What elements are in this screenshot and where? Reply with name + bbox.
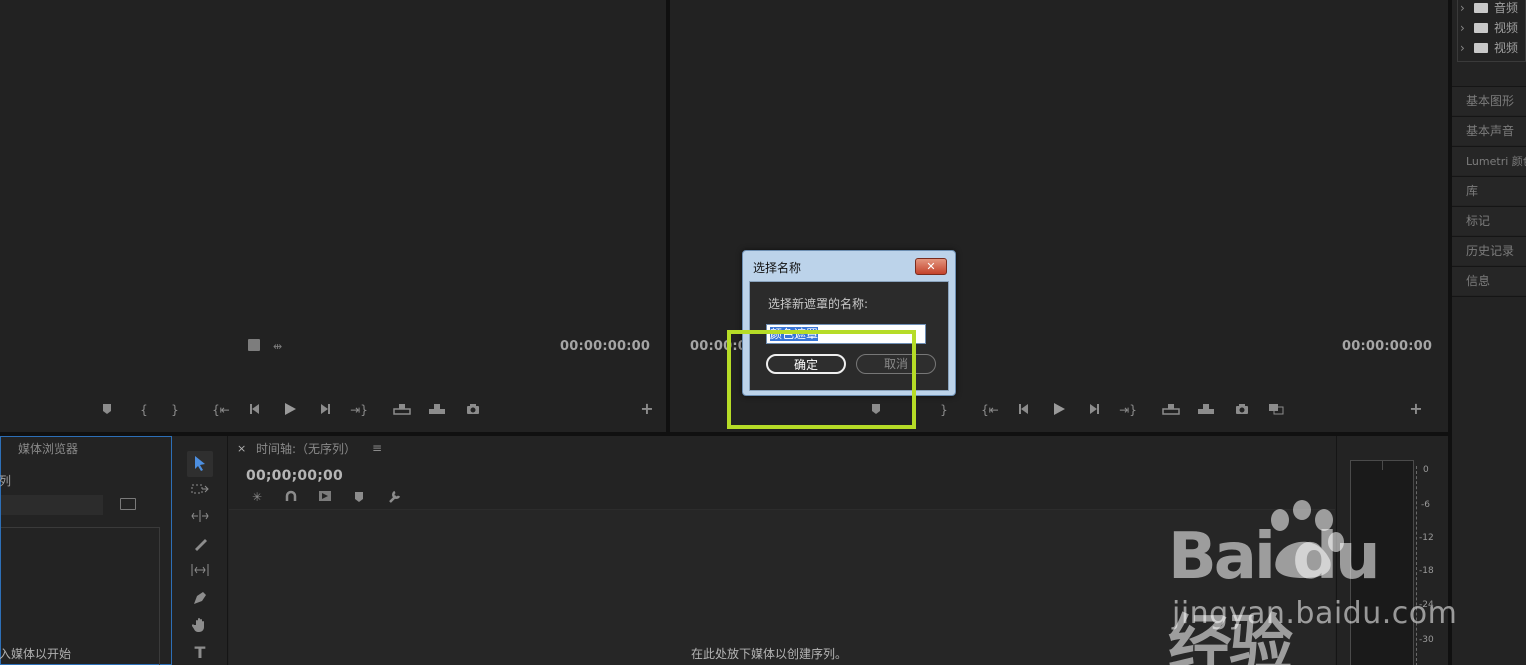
tree-item-video-2[interactable]: › 视频 xyxy=(1460,38,1526,58)
step-forward-icon[interactable] xyxy=(315,403,335,419)
comparison-view-icon[interactable] xyxy=(1266,403,1286,419)
slip-tool-icon[interactable] xyxy=(187,559,213,585)
hand-tool-icon[interactable] xyxy=(187,613,213,639)
timeline-close-icon[interactable]: × xyxy=(237,442,246,455)
add-button-icon[interactable]: + xyxy=(1406,401,1426,418)
track-select-tool-icon[interactable] xyxy=(187,478,213,504)
folder-icon xyxy=(1474,2,1488,13)
sidebar-bottom xyxy=(1452,296,1526,665)
sidebar-item-essential-sound[interactable]: 基本声音 xyxy=(1452,116,1526,145)
pen-tool-icon[interactable] xyxy=(187,586,213,612)
folder-icon xyxy=(1474,22,1488,33)
selection-tool-icon[interactable] xyxy=(187,451,213,477)
mark-in-icon[interactable]: { xyxy=(134,403,154,419)
timeline-tab[interactable]: 时间轴:（无序列） xyxy=(256,440,356,457)
program-timecode-right[interactable]: 00:00:00:00 xyxy=(1342,339,1432,354)
chevron-right-icon[interactable]: › xyxy=(1460,38,1474,58)
baidu-watermark: Bai du 经验 jingyan.baidu.com xyxy=(1168,500,1457,665)
sidebar-item-markers[interactable]: 标记 xyxy=(1452,206,1526,235)
audio-meter-split xyxy=(1382,460,1383,470)
dialog-close-button[interactable]: ✕ xyxy=(915,258,947,275)
insert-icon[interactable] xyxy=(392,403,412,419)
add-button-icon[interactable]: + xyxy=(637,401,657,418)
add-marker-icon[interactable] xyxy=(349,491,369,507)
extract-icon[interactable] xyxy=(1196,403,1216,419)
timeline-menu-icon[interactable]: ≡ xyxy=(372,441,382,455)
overwrite-icon[interactable] xyxy=(427,403,447,419)
source-monitor: ⇹ 00:00:00:00 { } {⇤ ⇥} + xyxy=(0,0,666,432)
export-frame-icon[interactable] xyxy=(463,403,483,419)
linked-selection-icon[interactable] xyxy=(315,490,335,506)
annotation-highlight-box xyxy=(727,330,916,429)
source-timecode[interactable]: 00:00:00:00 xyxy=(560,339,650,354)
folder-browse-icon[interactable] xyxy=(120,498,136,510)
tree-item-audio[interactable]: › 音频 xyxy=(1460,0,1526,18)
add-marker-icon[interactable] xyxy=(97,403,117,419)
media-browser-panel: 媒体浏览器 列 入媒体以开始 xyxy=(0,436,172,665)
sidebar-item-essential-graphics[interactable]: 基本图形 xyxy=(1452,86,1526,115)
go-to-out-icon[interactable]: ⇥} xyxy=(1118,403,1138,419)
step-forward-icon[interactable] xyxy=(1084,403,1104,419)
mark-out-icon[interactable]: } xyxy=(934,403,954,419)
audio-waveform-icon[interactable]: ⇹ xyxy=(273,340,282,353)
step-back-icon[interactable] xyxy=(245,403,265,419)
watermark-logo-text: Bai du 经验 xyxy=(1168,520,1381,665)
media-browser-path-field[interactable] xyxy=(1,495,103,515)
folder-icon xyxy=(1474,42,1488,53)
timeline-timecode[interactable]: 00;00;00;00 xyxy=(246,468,343,484)
sidebar-item-info[interactable]: 信息 xyxy=(1452,266,1526,295)
watermark-url: jingyan.baidu.com xyxy=(1172,596,1458,631)
sidebar-item-libraries[interactable]: 库 xyxy=(1452,176,1526,205)
export-frame-icon[interactable] xyxy=(1232,403,1252,419)
insert-clip-icon[interactable] xyxy=(248,339,260,351)
timeline-drop-hint: 在此处放下媒体以创建序列。 xyxy=(691,647,848,661)
dialog-prompt: 选择新遮罩的名称: xyxy=(768,297,869,311)
nest-sequence-icon[interactable]: ✳ xyxy=(247,490,267,506)
chevron-right-icon[interactable]: › xyxy=(1460,0,1474,18)
go-to-in-icon[interactable]: {⇤ xyxy=(980,403,1000,419)
wrench-icon[interactable] xyxy=(384,490,404,506)
play-icon[interactable] xyxy=(1049,402,1069,418)
razor-tool-icon[interactable] xyxy=(187,532,213,558)
lift-icon[interactable] xyxy=(1161,403,1181,419)
tree-item-video-1[interactable]: › 视频 xyxy=(1460,18,1526,38)
media-browser-tab[interactable]: 媒体浏览器 xyxy=(18,440,78,457)
chevron-right-icon[interactable]: › xyxy=(1460,18,1474,38)
ripple-edit-tool-icon[interactable] xyxy=(187,505,213,531)
sidebar-item-lumetri-color[interactable]: Lumetri 颜色 xyxy=(1452,146,1526,175)
type-tool-icon[interactable]: T xyxy=(187,640,213,665)
snap-icon[interactable] xyxy=(281,490,301,506)
dialog-title: 选择名称 xyxy=(753,261,802,275)
media-browser-row-label: 列 xyxy=(0,474,12,488)
play-icon[interactable] xyxy=(280,402,300,418)
meter-scale-0: 0 xyxy=(1423,465,1429,475)
go-to-in-icon[interactable]: {⇤ xyxy=(211,403,231,419)
go-to-out-icon[interactable]: ⇥} xyxy=(349,403,369,419)
media-browser-hint: 入媒体以开始 xyxy=(0,647,72,661)
mark-out-icon[interactable]: } xyxy=(165,403,185,419)
sidebar-item-history[interactable]: 历史记录 xyxy=(1452,236,1526,265)
step-back-icon[interactable] xyxy=(1014,403,1034,419)
